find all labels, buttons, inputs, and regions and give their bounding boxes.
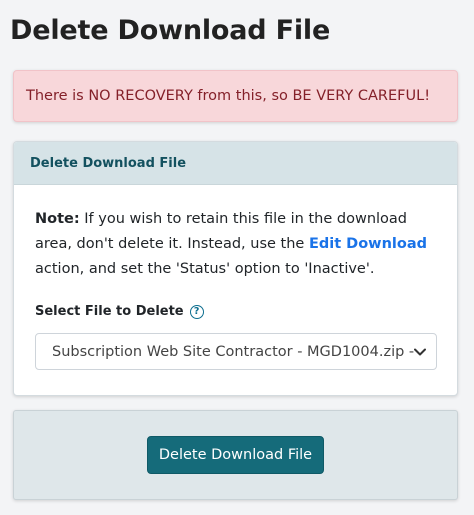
file-select-value: Subscription Web Site Contractor - MGD10… — [52, 343, 414, 360]
warning-alert: There is NO RECOVERY from this, so BE VE… — [13, 70, 458, 122]
page-title: Delete Download File — [10, 15, 331, 46]
action-panel: Delete Download File — [13, 410, 458, 500]
file-select-dropdown[interactable]: Subscription Web Site Contractor - MGD10… — [35, 333, 437, 370]
delete-download-file-button[interactable]: Delete Download File — [147, 436, 324, 474]
warning-alert-message: There is NO RECOVERY from this, so BE VE… — [26, 88, 431, 104]
note-text-after: action, and set the 'Status' option to '… — [35, 261, 375, 277]
card-body: Note: If you wish to retain this file in… — [14, 185, 457, 370]
chevron-down-icon — [414, 348, 426, 356]
note-paragraph: Note: If you wish to retain this file in… — [35, 207, 441, 282]
card-header: Delete Download File — [14, 142, 457, 185]
select-file-label: Select File to Delete — [35, 304, 184, 319]
delete-file-card: Delete Download File Note: If you wish t… — [13, 141, 458, 396]
select-file-label-row: Select File to Delete ? — [35, 304, 441, 319]
page: Delete Download File There is NO RECOVER… — [0, 0, 474, 515]
help-icon[interactable]: ? — [189, 304, 204, 319]
edit-download-link[interactable]: Edit Download — [309, 236, 427, 252]
note-label: Note: — [35, 211, 80, 227]
